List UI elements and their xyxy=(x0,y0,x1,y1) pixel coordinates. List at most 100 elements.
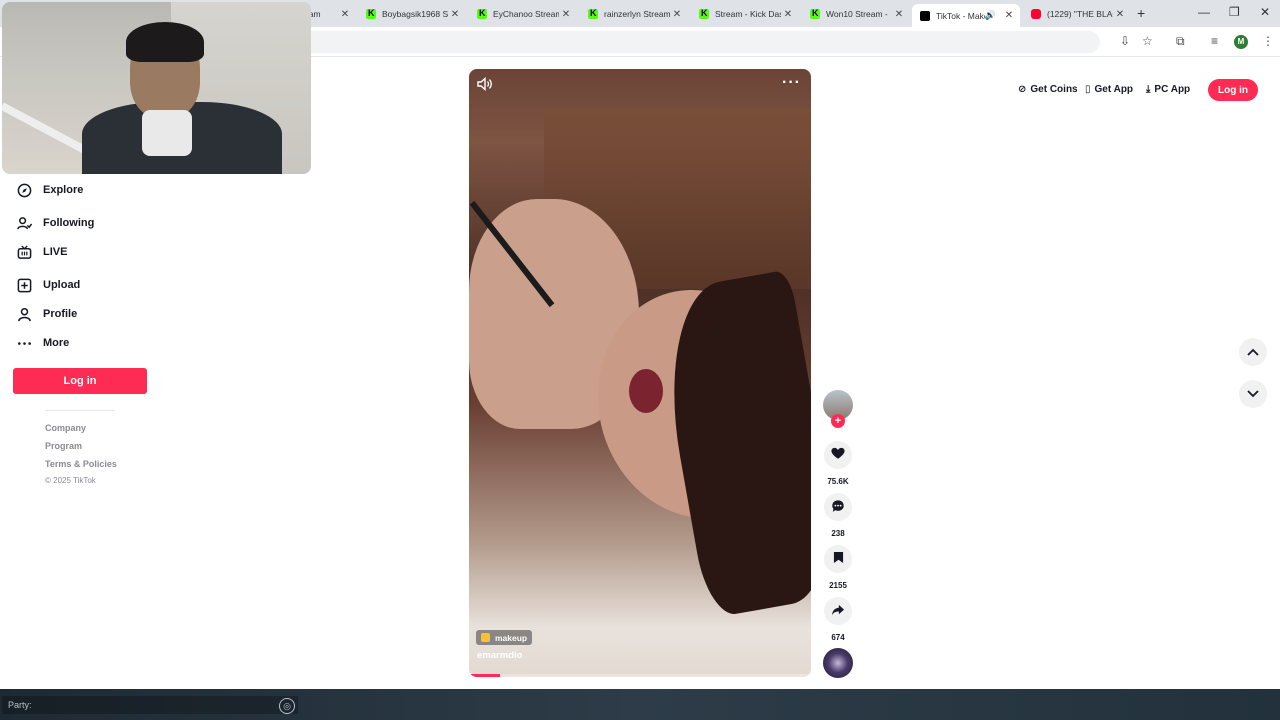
get-app-link[interactable]: ▯ Get App xyxy=(1085,84,1133,95)
save-button[interactable] xyxy=(824,545,852,573)
get-app-label: Get App xyxy=(1094,84,1134,95)
like-count: 75.6K xyxy=(827,477,849,486)
sidebar-item-label: Profile xyxy=(43,308,78,320)
extensions-icon[interactable]: ⧉ xyxy=(1176,34,1185,49)
install-icon[interactable]: ⇩ xyxy=(1120,34,1130,48)
sidebar-item-profile[interactable]: Profile xyxy=(16,306,77,322)
next-video-button[interactable] xyxy=(1239,380,1267,408)
browser-tab[interactable]: rainzerlyn Stream ✕ xyxy=(580,4,688,24)
tab-close-icon[interactable]: ✕ xyxy=(670,9,684,20)
kick-icon xyxy=(810,8,820,19)
live-icon xyxy=(16,244,32,260)
sidebar-item-label: Upload xyxy=(43,279,81,291)
media-control-icon[interactable]: ≡ xyxy=(1211,34,1218,48)
chevron-up-icon xyxy=(1247,345,1259,359)
sidebar-item-live[interactable]: LIVE xyxy=(16,244,67,260)
previous-video-button[interactable] xyxy=(1239,338,1267,366)
browser-tab[interactable]: EyChanoo Stream ✕ xyxy=(469,4,577,24)
sidebar-item-label: Following xyxy=(43,217,95,229)
restore-icon[interactable]: ❐ xyxy=(1229,5,1240,19)
new-tab-button[interactable]: + xyxy=(1137,5,1145,21)
chevron-down-icon xyxy=(1247,387,1259,401)
browser-tab-active[interactable]: TikTok - Make 🔊 ✕ xyxy=(912,4,1020,27)
sidebar-item-explore[interactable]: Explore xyxy=(16,182,83,198)
address-bar[interactable] xyxy=(300,31,1100,53)
follow-plus-icon[interactable]: + xyxy=(831,414,845,428)
comment-icon xyxy=(831,499,845,516)
volume-icon[interactable] xyxy=(477,76,493,94)
video-player[interactable]: ··· makeup emarmdio xyxy=(469,69,811,677)
comment-count: 238 xyxy=(831,529,845,538)
bookmark-icon xyxy=(833,551,844,567)
video-progress-fill xyxy=(469,674,500,677)
video-progress-bar[interactable] xyxy=(469,674,811,677)
tab-title: EyChanoo Stream xyxy=(493,9,559,19)
more-icon xyxy=(16,335,32,351)
tab-title: Stream - Kick Das xyxy=(715,9,781,19)
footer-link-program[interactable]: Program xyxy=(45,441,82,451)
party-label: Party: xyxy=(8,700,32,710)
sidebar-item-label: Explore xyxy=(43,184,84,196)
browser-tab[interactable]: Won10 Stream - ✕ xyxy=(802,4,910,24)
webcam-overlay xyxy=(2,2,311,174)
footer-link-company[interactable]: Company xyxy=(45,423,86,433)
speaker-icon[interactable]: 🔊 xyxy=(985,10,996,21)
party-input[interactable] xyxy=(2,696,298,714)
video-tag[interactable]: makeup xyxy=(476,630,533,645)
tab-close-icon[interactable]: ✕ xyxy=(448,9,462,20)
download-icon: ⤓ xyxy=(1146,84,1151,95)
kick-icon xyxy=(699,8,709,19)
upload-icon xyxy=(16,277,32,293)
hand-cursor-icon: ☝ xyxy=(713,322,722,338)
minimize-icon[interactable]: — xyxy=(1198,5,1210,19)
sidebar-item-upload[interactable]: Upload xyxy=(16,277,80,293)
phone-icon: ▯ xyxy=(1085,84,1091,95)
more-options-icon[interactable]: ··· xyxy=(782,74,801,92)
profile-avatar[interactable]: M xyxy=(1234,35,1248,49)
close-window-icon[interactable]: ✕ xyxy=(1260,5,1270,19)
tag-label: makeup xyxy=(495,632,528,643)
like-button[interactable] xyxy=(824,441,852,469)
footer-link-terms[interactable]: Terms & Policies xyxy=(45,459,117,469)
kick-icon xyxy=(477,8,487,19)
pc-app-label: PC App xyxy=(1154,84,1191,95)
video-scene-lips xyxy=(629,369,663,413)
bookmark-star-icon[interactable]: ☆ xyxy=(1142,34,1153,48)
sidebar-item-more[interactable]: More xyxy=(16,335,69,351)
comment-button[interactable] xyxy=(824,493,852,521)
share-button[interactable] xyxy=(824,597,852,625)
profile-icon xyxy=(16,306,32,322)
tab-title: rainzerlyn Stream xyxy=(604,9,670,19)
tab-title: (1229) "THE BLAC xyxy=(1047,9,1113,19)
browser-tab[interactable]: Boybagsik1968 St ✕ xyxy=(358,4,466,24)
tab-close-icon[interactable]: ✕ xyxy=(781,9,795,20)
tab-close-icon[interactable]: ✕ xyxy=(338,9,352,20)
browser-tab[interactable]: Stream - Kick Das ✕ xyxy=(691,4,799,24)
tab-title: TikTok - Make xyxy=(936,10,985,21)
music-disc[interactable] xyxy=(823,648,853,678)
tiktok-icon xyxy=(920,10,930,21)
party-settings-icon[interactable]: ◎ xyxy=(279,698,295,714)
sidebar-login-button[interactable]: Log in xyxy=(13,368,147,394)
pc-app-link[interactable]: ⤓ PC App xyxy=(1146,84,1190,95)
kick-icon xyxy=(366,8,376,19)
sidebar-item-following[interactable]: Following xyxy=(16,215,94,231)
kick-icon xyxy=(588,8,598,19)
header-login-button[interactable]: Log in xyxy=(1208,79,1258,101)
tab-title: Won10 Stream - xyxy=(826,9,888,19)
tab-close-icon[interactable]: ✕ xyxy=(1113,9,1127,20)
tab-close-icon[interactable]: ✕ xyxy=(892,9,906,20)
get-coins-link[interactable]: ⊘ Get Coins xyxy=(1018,84,1078,95)
video-author[interactable]: emarmdio xyxy=(477,650,522,661)
browser-menu-icon[interactable]: ⋮ xyxy=(1262,34,1274,48)
following-icon xyxy=(16,215,32,231)
share-icon xyxy=(831,604,845,619)
browser-tab[interactable]: (1229) "THE BLAC ✕ xyxy=(1023,4,1131,24)
tab-close-icon[interactable]: ✕ xyxy=(1002,10,1016,21)
tab-title: Boybagsik1968 St xyxy=(382,9,448,19)
save-count: 2155 xyxy=(829,581,847,590)
youtube-icon xyxy=(1031,9,1041,19)
tab-close-icon[interactable]: ✕ xyxy=(559,9,573,20)
microphone xyxy=(142,110,192,156)
share-count: 674 xyxy=(831,633,845,642)
